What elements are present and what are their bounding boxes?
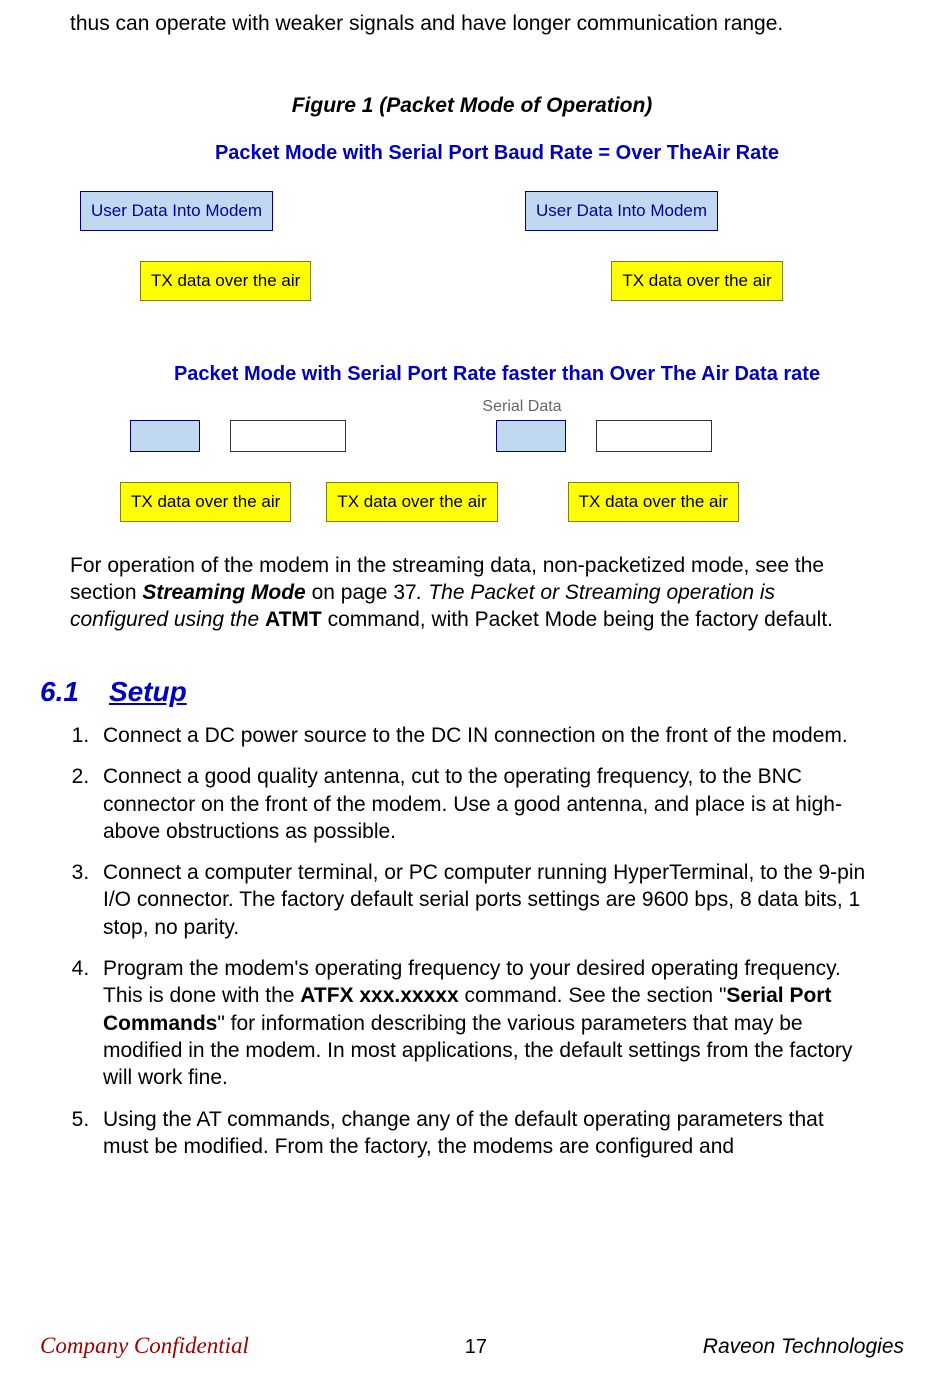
footer-page-number: 17 — [465, 1334, 487, 1360]
serial-data-label: Serial Data — [180, 397, 864, 418]
serial-white-box-1 — [230, 420, 346, 452]
atmt-cmd: ATMT — [265, 608, 322, 631]
page-footer: Company Confidential 17 Raveon Technolog… — [40, 1331, 904, 1361]
section-title: Setup — [109, 676, 187, 707]
setup-steps: Connect a DC power source to the DC IN c… — [95, 722, 874, 1160]
tx-box-3: TX data over the air — [120, 482, 291, 522]
figure-subtitle-2: Packet Mode with Serial Port Rate faster… — [130, 361, 864, 387]
user-data-box-left: User Data Into Modem — [80, 191, 273, 231]
tx-box-5: TX data over the air — [568, 482, 739, 522]
serial-blue-box-2 — [496, 420, 566, 452]
text: on page 37 — [306, 581, 417, 604]
text: command. See the section " — [459, 984, 727, 1007]
step-5: Using the AT commands, change any of the… — [95, 1106, 874, 1161]
step-3: Connect a computer terminal, or PC compu… — [95, 859, 874, 941]
figure-1: Packet Mode with Serial Port Baud Rate =… — [80, 140, 864, 522]
figure-row-userdata: User Data Into Modem User Data Into Mode… — [80, 191, 864, 231]
step-2: Connect a good quality antenna, cut to t… — [95, 763, 874, 845]
serial-blue-box-1 — [130, 420, 200, 452]
section-heading: 6.1 Setup — [40, 674, 904, 710]
footer-confidential: Company Confidential — [40, 1331, 249, 1361]
figure-subtitle-1: Packet Mode with Serial Port Baud Rate =… — [130, 140, 864, 166]
figure-row-tx-1: TX data over the air TX data over the ai… — [80, 261, 864, 301]
user-data-box-right: User Data Into Modem — [525, 191, 718, 231]
intro-paragraph: thus can operate with weaker signals and… — [70, 10, 874, 37]
atfx-cmd: ATFX xxx.xxxxx — [300, 984, 458, 1007]
after-figure-paragraph: For operation of the modem in the stream… — [70, 552, 874, 634]
serial-white-box-2 — [596, 420, 712, 452]
streaming-mode-ref: Streaming Mode — [142, 581, 305, 604]
step-4: Program the modem's operating frequency … — [95, 955, 874, 1091]
figure-row-serial — [130, 420, 864, 452]
footer-company: Raveon Technologies — [703, 1333, 904, 1360]
tx-box-4: TX data over the air — [326, 482, 497, 522]
section-number: 6.1 — [40, 676, 79, 707]
step-1: Connect a DC power source to the DC IN c… — [95, 722, 874, 749]
tx-box-1: TX data over the air — [140, 261, 311, 301]
figure-row-tx-2: TX data over the air TX data over the ai… — [120, 482, 864, 522]
text: command, with Packet Mode being the fact… — [322, 608, 833, 631]
figure-caption: Figure 1 (Packet Mode of Operation) — [40, 92, 904, 119]
tx-box-2: TX data over the air — [611, 261, 782, 301]
